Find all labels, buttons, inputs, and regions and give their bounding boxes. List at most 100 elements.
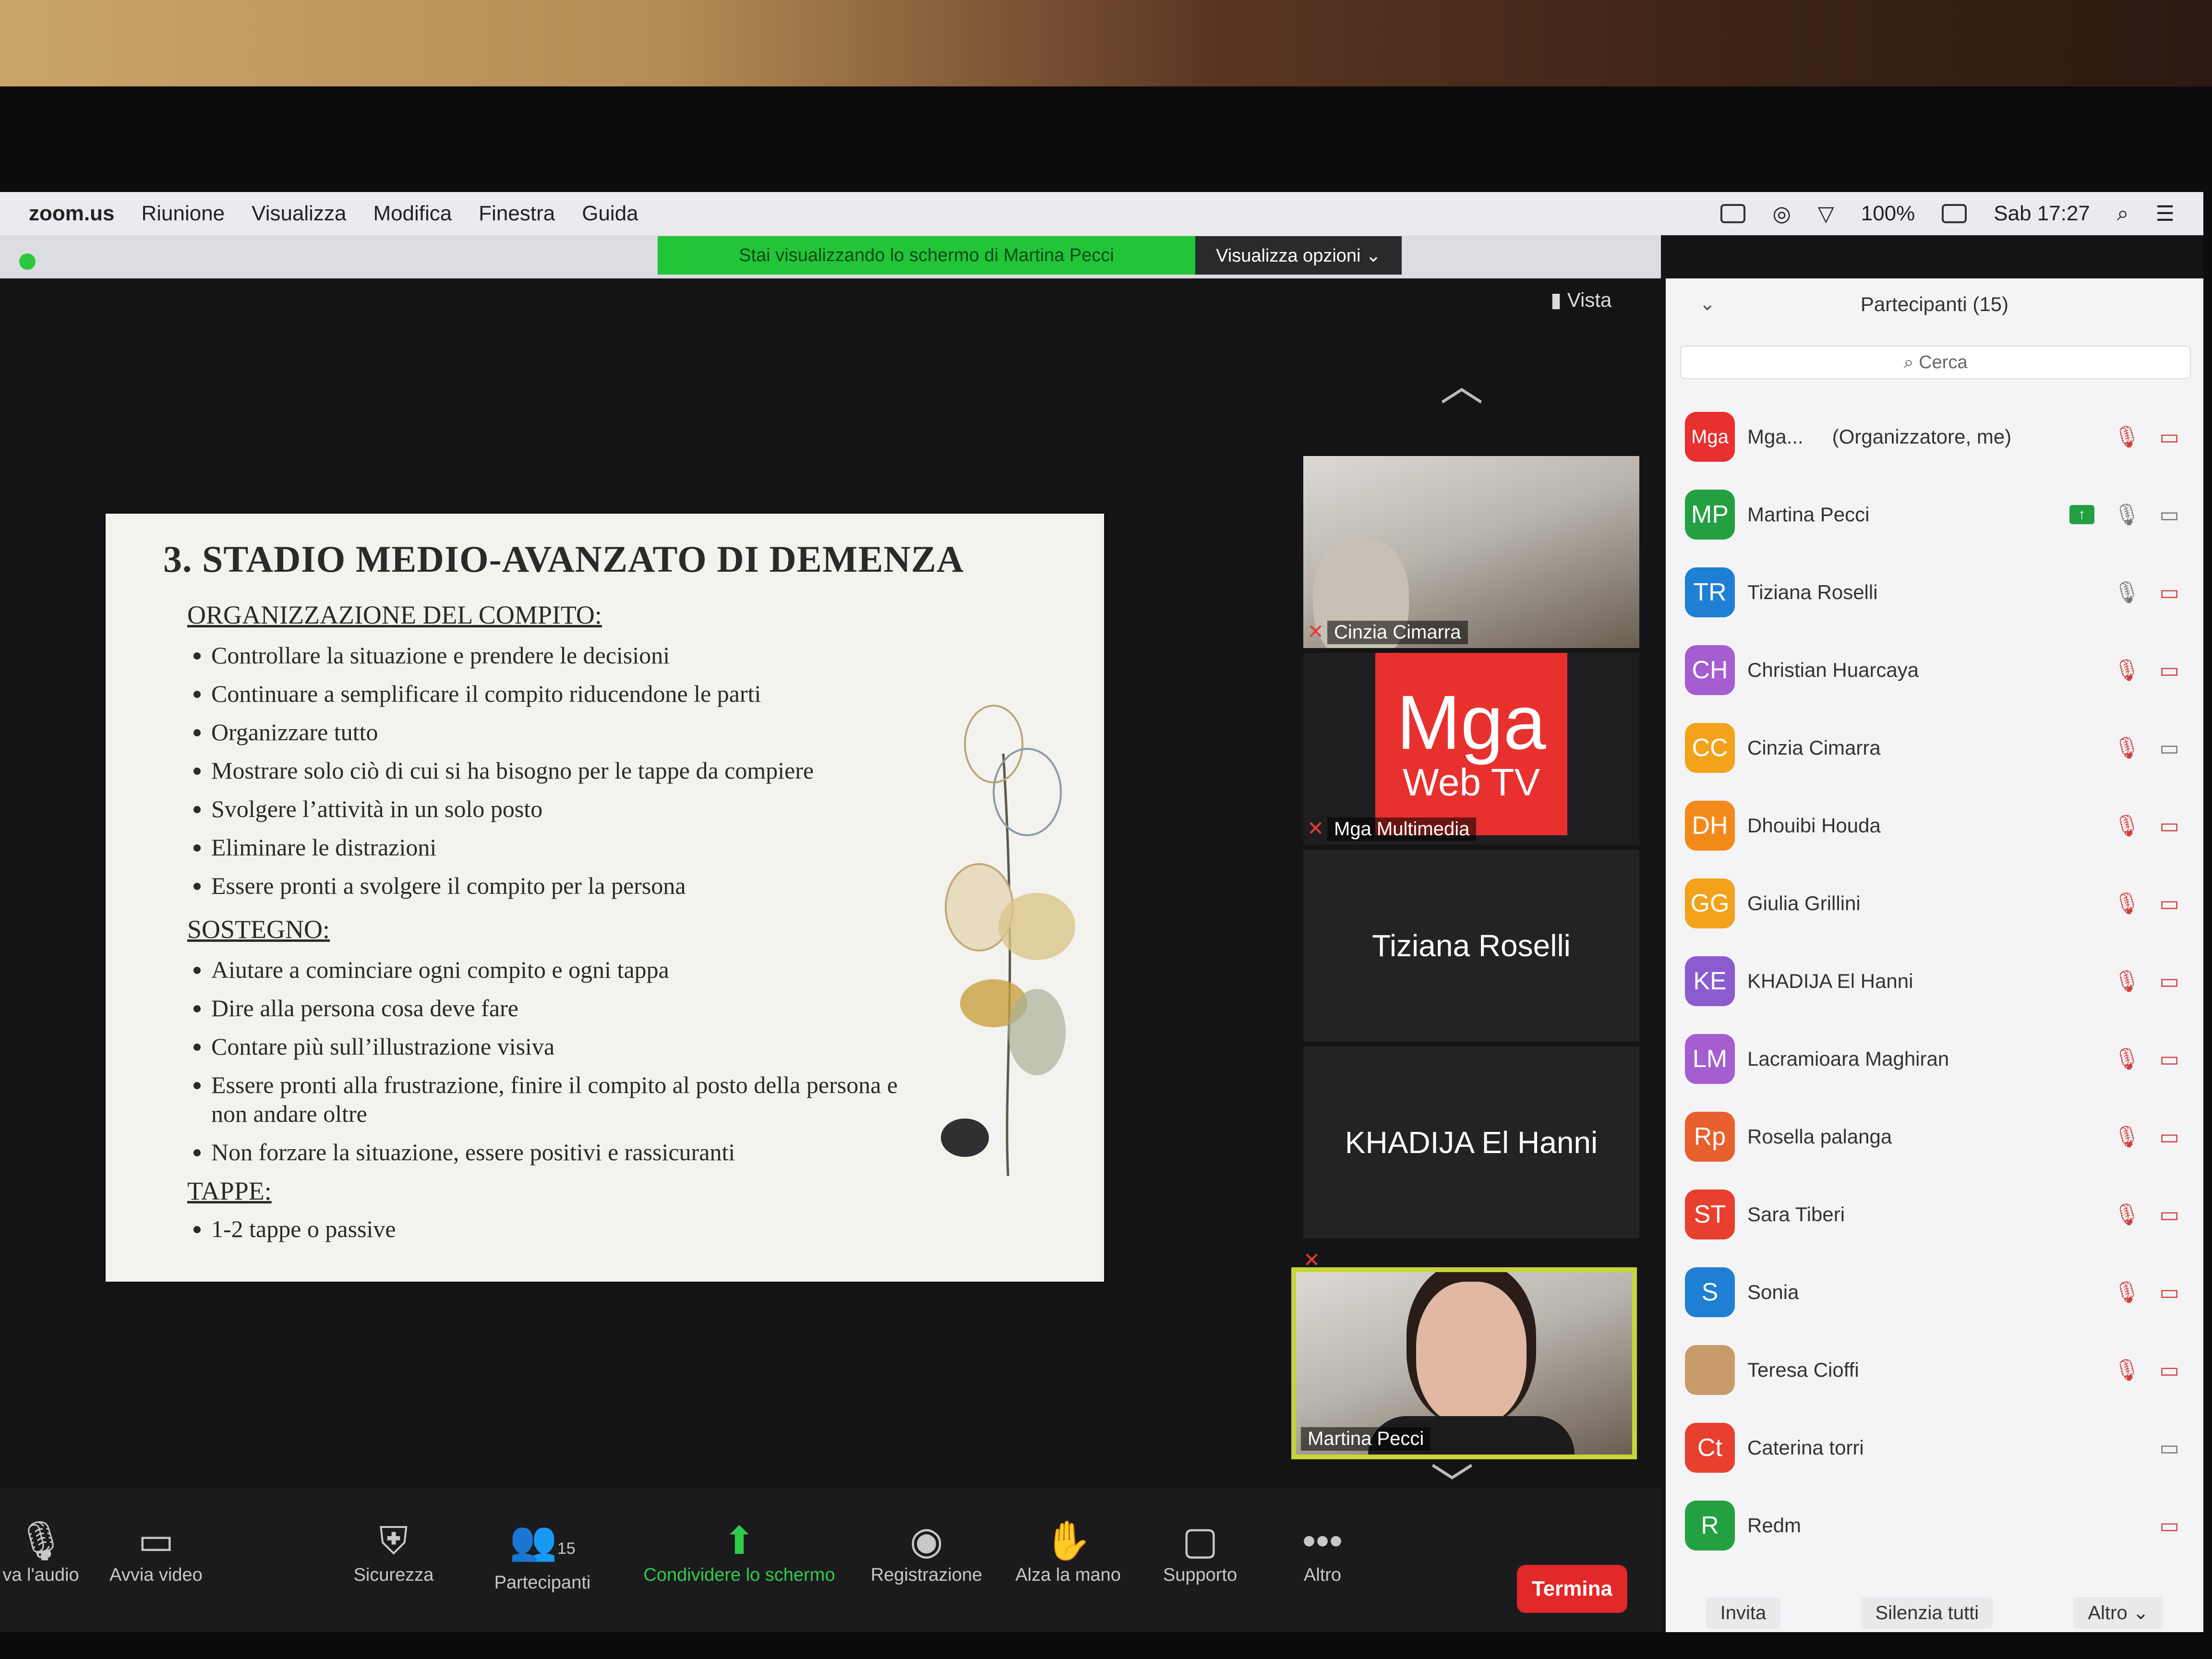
participant-search-input[interactable]: ⌕ Cerca	[1680, 346, 2191, 379]
mic-muted-icon: 🎙	[2113, 1358, 2140, 1382]
participant-name: Teresa Cioffi	[1747, 1358, 1859, 1381]
logo-text: Mga	[1396, 679, 1546, 765]
participants-count: 15	[557, 1539, 576, 1558]
menu-visualizza[interactable]: Visualizza	[252, 202, 346, 226]
invite-button[interactable]: Invita	[1706, 1597, 1781, 1629]
avatar: R	[1685, 1501, 1735, 1551]
end-meeting-button[interactable]: Termina	[1517, 1565, 1627, 1613]
menu-riunione[interactable]: Riunione	[141, 202, 225, 226]
more-dots-icon: •••	[1302, 1519, 1343, 1562]
slide-bullet: Contare più sull’illustrazione visiva	[211, 1027, 907, 1066]
tile-name-large: Tiziana Roselli	[1372, 928, 1571, 963]
participant-row[interactable]: DH Dhouibi Houda 🎙 ▭	[1685, 797, 2184, 854]
meeting-toolbar: 🎙 va l'audio ▭ Avvia video ⛨ Sicurezza 👥…	[0, 1488, 1661, 1656]
clock[interactable]: Sab 17:27	[1994, 202, 2090, 226]
participant-status-icons: 🎙 ▭	[2114, 1186, 2179, 1243]
participant-row[interactable]: Teresa Cioffi 🎙 ▭	[1685, 1341, 2184, 1399]
participant-row[interactable]: LM Lacramioara Maghiran 🎙 ▭	[1685, 1030, 2184, 1088]
slide-bullet: Non forzare la situazione, essere positi…	[211, 1133, 907, 1171]
slide-section-heading: SOSTEGNO:	[187, 915, 330, 944]
slide-bullet: Mostrare solo ciò di cui si ha bisogno p…	[211, 751, 814, 790]
slide-bullet: Dire alla persona cosa deve fare	[211, 989, 907, 1027]
view-button[interactable]: ▮ Vista	[1551, 288, 1611, 312]
participant-status-icons: 🎙 ▭	[2114, 408, 2179, 466]
participant-row[interactable]: Ct Caterina torri ▭	[1685, 1419, 2184, 1477]
participant-name: Giulia Grillini	[1747, 892, 1861, 914]
desk-edge	[0, 1632, 2212, 1659]
participant-row[interactable]: R Redm ▭	[1685, 1497, 2184, 1554]
audio-button[interactable]: 🎙 va l'audio	[0, 1517, 82, 1586]
slide-bullet: Essere pronti a svolgere il compito per …	[211, 866, 814, 905]
camera-person-face	[1416, 1282, 1527, 1426]
participant-row[interactable]: GG Giulia Grillini 🎙 ▭	[1685, 875, 2184, 932]
view-options-button[interactable]: Visualizza opzioni ⌄	[1195, 236, 1402, 275]
participant-row[interactable]: Mga Mga... (Organizzatore, me) 🎙 ▭	[1685, 408, 2184, 466]
participant-name: Sara Tiberi	[1747, 1203, 1845, 1226]
scroll-up-chevron-icon[interactable]: ︿	[1440, 350, 1483, 413]
video-off-icon: ▭	[2159, 425, 2179, 449]
support-button[interactable]: ▢ Supporto	[1152, 1517, 1248, 1586]
video-tile-tiziana[interactable]: Tiziana Roselli	[1303, 850, 1639, 1042]
video-icon: ▭	[2159, 736, 2179, 760]
slide-bullet: Continuare a semplificare il compito rid…	[211, 674, 814, 713]
mute-all-button[interactable]: Silenzia tutti	[1861, 1597, 1994, 1629]
video-off-icon: ▭	[2159, 580, 2179, 604]
slide-section-heading: ORGANIZZAZIONE DEL COMPITO:	[187, 601, 602, 629]
participant-row[interactable]: TR Tiziana Roselli 🎙 ▭	[1685, 564, 2184, 621]
mic-muted-icon: 🎙	[2113, 892, 2140, 915]
avatar: ST	[1685, 1190, 1735, 1239]
more-options-button[interactable]: ••• Altro	[1286, 1517, 1358, 1586]
panel-footer: Invita Silenzia tutti Altro ⌄	[1666, 1589, 2203, 1637]
creative-cloud-icon[interactable]: ◎	[1772, 202, 1791, 226]
security-button[interactable]: ⛨ Sicurezza	[346, 1517, 442, 1586]
menu-modifica[interactable]: Modifica	[373, 202, 452, 226]
view-label: Vista	[1567, 289, 1612, 311]
more-button[interactable]: Altro ⌄	[2073, 1597, 2164, 1629]
wifi-icon[interactable]: ▽	[1818, 202, 1834, 226]
participant-name: Tiziana Roselli	[1747, 581, 1878, 603]
avatar	[1685, 1345, 1735, 1395]
menu-finestra[interactable]: Finestra	[479, 202, 555, 226]
notification-center-icon[interactable]: ☰	[2156, 202, 2175, 226]
menubar-status: ◎ ▽ 100% Sab 17:27 ⌕ ☰	[1720, 192, 2175, 235]
record-icon: ◉	[910, 1519, 943, 1562]
participant-row[interactable]: MP Martina Pecci ↑ 🎙 ▭	[1685, 486, 2184, 543]
participant-row[interactable]: Rp Rosella palanga 🎙 ▭	[1685, 1108, 2184, 1166]
more-label: Altro	[1303, 1565, 1342, 1585]
menu-app[interactable]: zoom.us	[29, 202, 114, 226]
menu-guida[interactable]: Guida	[582, 202, 638, 226]
mic-muted-icon: 🎙	[2113, 1125, 2140, 1149]
share-screen-button[interactable]: ⬆ Condividere lo schermo	[634, 1517, 845, 1586]
spotlight-search-icon[interactable]: ⌕	[2117, 202, 2129, 226]
raise-hand-label: Alza la mano	[1015, 1565, 1121, 1585]
shield-icon: ⛨	[379, 1519, 408, 1562]
share-label: Condividere lo schermo	[643, 1565, 835, 1585]
participant-status-icons: 🎙 ▭	[2114, 719, 2179, 777]
start-video-button[interactable]: ▭ Avvia video	[101, 1517, 211, 1586]
participant-row[interactable]: S Sonia 🎙 ▭	[1685, 1263, 2184, 1321]
participant-row[interactable]: ST Sara Tiberi 🎙 ▭	[1685, 1186, 2184, 1243]
participant-row[interactable]: KE KHADIJA El Hanni 🎙 ▭	[1685, 952, 2184, 1010]
tile-name: Martina Pecci	[1301, 1427, 1431, 1451]
video-tile-martina-active-speaker[interactable]: Martina Pecci	[1291, 1267, 1637, 1459]
window-zoom-button[interactable]	[19, 253, 36, 270]
participants-button[interactable]: 👥15 Partecipanti	[485, 1517, 600, 1593]
zoom-status-icon[interactable]	[1720, 204, 1746, 223]
video-off-icon: ▭	[2159, 658, 2179, 682]
participant-name: Mga...	[1747, 425, 1803, 448]
battery-icon[interactable]	[1942, 204, 1967, 223]
share-banner: Stai visualizzando lo schermo di Martina…	[658, 236, 1195, 275]
participant-status-icons: 🎙 ▭	[2114, 641, 2179, 699]
video-off-icon: ▭	[2159, 1358, 2179, 1382]
participant-row[interactable]: CH Christian Huarcaya 🎙 ▭	[1685, 641, 2184, 699]
grid-icon: ▮	[1551, 289, 1562, 311]
record-button[interactable]: ◉ Registrazione	[864, 1517, 989, 1586]
participants-panel: ⌄ Partecipanti (15) ⌕ Cerca Mga Mga... (Or…	[1666, 278, 2203, 1656]
mga-web-tv-logo: Mga Web TV	[1375, 653, 1567, 835]
participant-status-icons: 🎙 ▭	[2114, 875, 2179, 932]
raise-hand-button[interactable]: ✋ Alza la mano	[1008, 1517, 1128, 1586]
video-tile-khadija[interactable]: KHADIJA El Hanni	[1303, 1046, 1639, 1238]
video-tile-mga[interactable]: Mga Web TV ✕ Mga Multimedia	[1303, 653, 1639, 845]
participant-row[interactable]: CC Cinzia Cimarra 🎙 ▭	[1685, 719, 2184, 777]
video-tile-cinzia[interactable]: ✕ Cinzia Cimarra	[1303, 456, 1639, 648]
